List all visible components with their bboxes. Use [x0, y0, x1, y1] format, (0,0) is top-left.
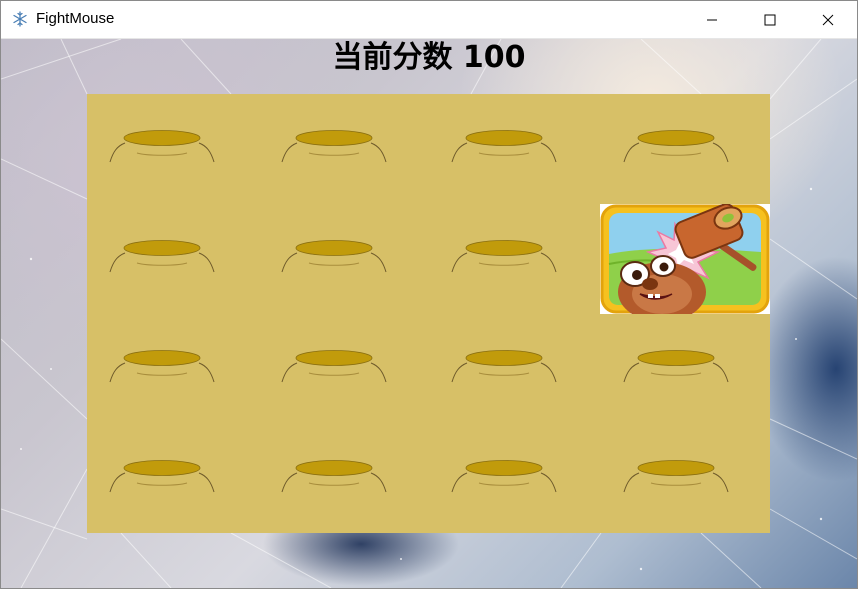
- mole-hole[interactable]: [279, 238, 389, 274]
- game-area: 当前分数 100: [1, 39, 857, 588]
- snowflake-icon: [12, 11, 28, 27]
- mole-hole[interactable]: [107, 458, 217, 494]
- mole-hole[interactable]: [107, 348, 217, 384]
- mole-hole[interactable]: [621, 128, 731, 164]
- close-icon: [822, 14, 834, 26]
- mole-target[interactable]: [600, 203, 770, 322]
- mole-hole[interactable]: [107, 238, 217, 274]
- title-bar[interactable]: FightMouse: [1, 1, 857, 39]
- mole-hole[interactable]: [621, 348, 731, 384]
- mole-hole[interactable]: [107, 128, 217, 164]
- mole-hole[interactable]: [279, 458, 389, 494]
- score-label: 当前分数 100: [332, 40, 526, 75]
- game-board: [87, 94, 770, 533]
- mole-hole[interactable]: [449, 128, 559, 164]
- mole-hole[interactable]: [279, 128, 389, 164]
- maximize-button[interactable]: [741, 1, 799, 38]
- mole-hammer-icon: [600, 203, 770, 322]
- minimize-icon: [706, 14, 718, 26]
- app-window: FightMouse 当前分数 100: [0, 0, 858, 589]
- mole-hole[interactable]: [449, 238, 559, 274]
- close-button[interactable]: [799, 1, 857, 38]
- window-title: FightMouse: [36, 10, 115, 27]
- maximize-icon: [764, 14, 776, 26]
- mole-hole[interactable]: [621, 458, 731, 494]
- mole-hole[interactable]: [449, 458, 559, 494]
- mole-hole[interactable]: [279, 348, 389, 384]
- mole-hole[interactable]: [449, 348, 559, 384]
- minimize-button[interactable]: [683, 1, 741, 38]
